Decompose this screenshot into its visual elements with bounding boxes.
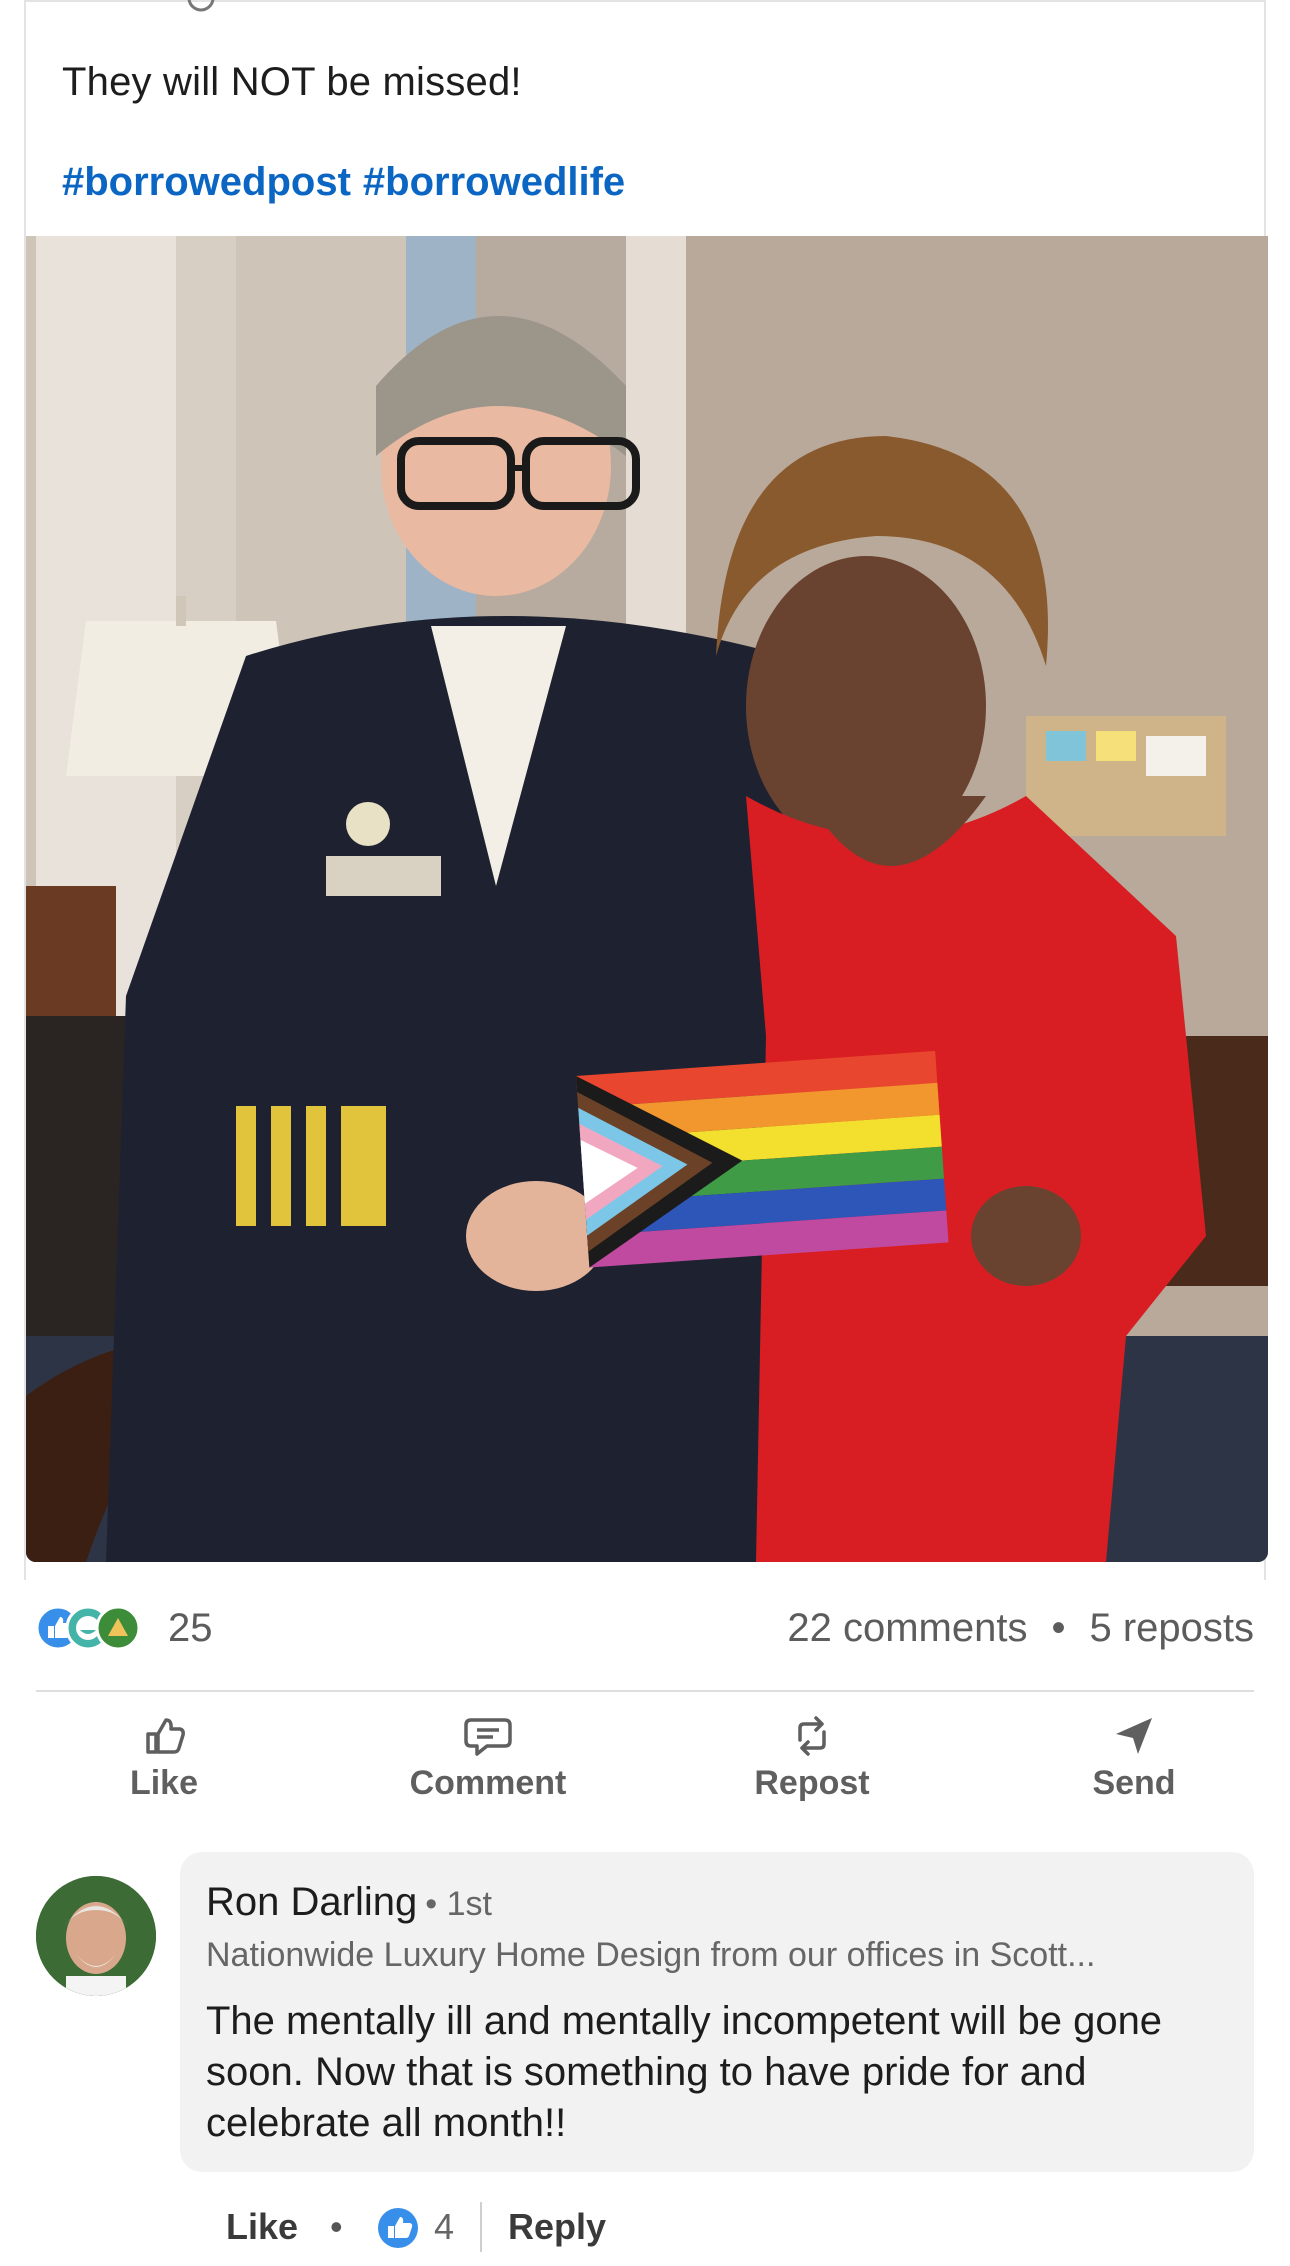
send-label: Send [1092,1764,1176,1802]
divider [36,1690,1254,1692]
celebrate-icon [95,1605,141,1651]
globe-icon [187,0,215,12]
post-actions-bar: Like Comment Repost Send [36,1710,1254,1810]
post-text: They will NOT be missed! [62,60,522,104]
post-photo[interactable] [26,236,1268,1562]
photo-image [26,236,1268,1562]
commenter-name[interactable]: Ron Darling [206,1880,417,1924]
hashtag-link[interactable]: #borrowedpost [62,160,351,204]
reply-button[interactable]: Reply [508,2206,606,2248]
hashtags: #borrowedpost #borrowedlife [62,160,637,205]
send-button[interactable]: Send [1014,1710,1254,1810]
reactions-count[interactable]: 25 [168,1606,213,1651]
comments-reposts-counts: 22 comments • 5 reposts [787,1606,1254,1651]
comment-reaction-count[interactable]: 4 [434,2206,454,2248]
divider [480,2202,482,2252]
like-label: Like [129,1764,199,1802]
comment-label: Comment [409,1764,567,1802]
thumbs-up-icon [146,1718,185,1754]
avatar[interactable] [36,1876,156,1996]
hashtag-link[interactable]: #borrowedlife [363,160,625,204]
separator-dot: • [330,2206,343,2247]
like-button[interactable]: Like [44,1710,284,1810]
social-counts: 25 22 comments • 5 reposts [35,1598,1254,1658]
repost-button[interactable]: Repost [692,1710,932,1810]
reposts-count-link[interactable]: 5 reposts [1089,1606,1254,1650]
separator-dot: • [1051,1606,1066,1650]
commenter-info: Ron Darling • 1st [206,1880,492,1925]
post-meta-fragment [186,0,216,22]
comments-count-link[interactable]: 22 comments [787,1606,1027,1650]
commenter-avatar-image [36,1876,156,1996]
comment-icon [464,1718,512,1756]
comment-text: The mentally ill and mentally incompeten… [206,1999,1163,2145]
post-card: They will NOT be missed! #borrowedpost #b… [24,0,1268,1580]
comment-button[interactable]: Comment [368,1710,608,1810]
reaction-icons[interactable] [35,1604,156,1652]
repost-label: Repost [754,1764,870,1802]
repost-icon [798,1716,826,1756]
send-icon [1116,1718,1152,1754]
commenter-headline: Nationwide Luxury Home Design from our o… [206,1936,1096,1974]
like-reaction-icon[interactable] [376,2206,420,2259]
comment-like-button[interactable]: Like [226,2206,298,2248]
comment-bubble: Ron Darling • 1st Nationwide Luxury Home … [180,1852,1254,2172]
connection-degree: • 1st [425,1885,492,1923]
